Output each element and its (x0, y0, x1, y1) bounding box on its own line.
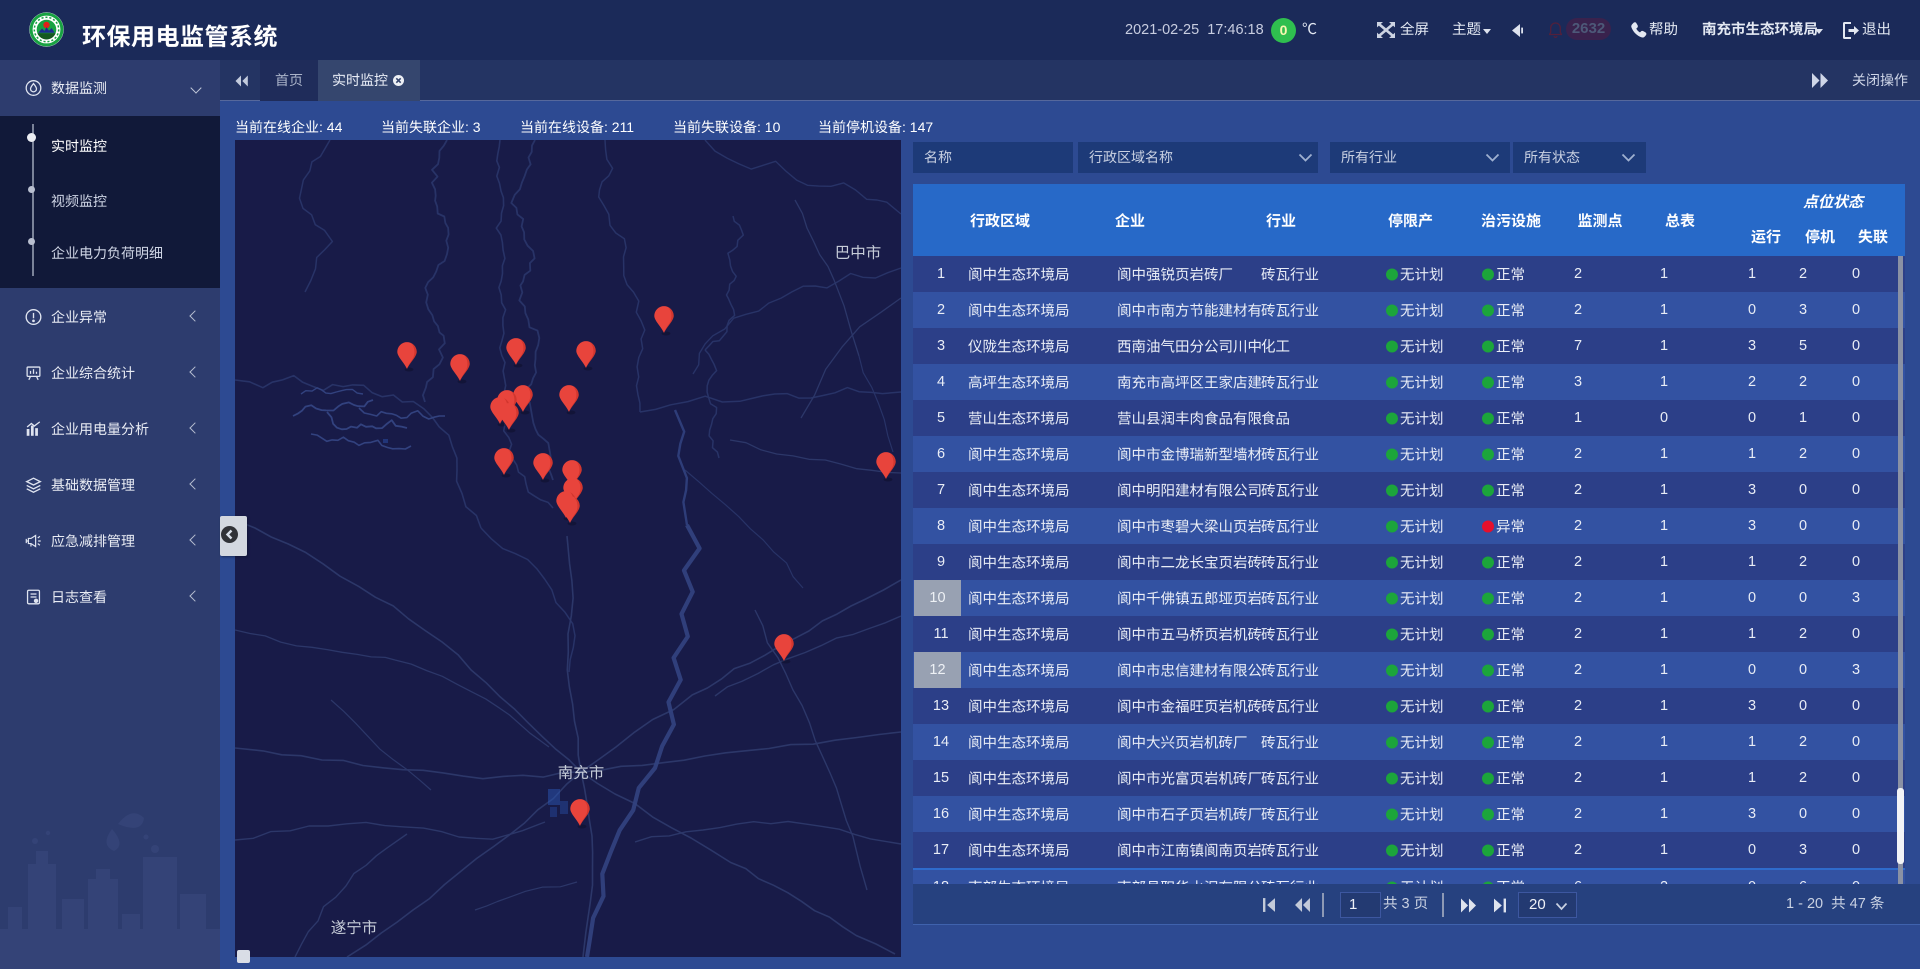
svg-text:巴中市: 巴中市 (835, 244, 882, 262)
svg-text:遂宁市: 遂宁市 (331, 919, 378, 937)
svg-text:南充市: 南充市 (558, 764, 605, 782)
